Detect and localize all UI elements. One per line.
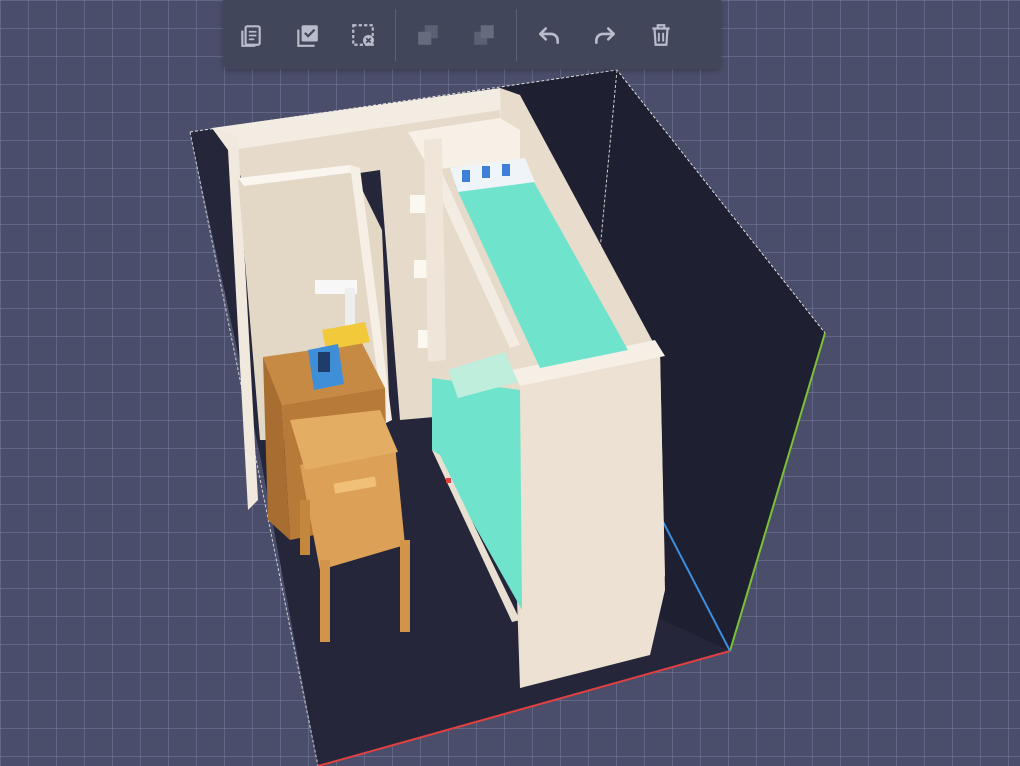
bring-to-front-button[interactable] — [400, 0, 456, 69]
3d-viewport[interactable] — [0, 0, 1020, 766]
deselect-icon — [352, 23, 374, 46]
bring-to-front-icon — [418, 24, 438, 45]
send-to-back-button[interactable] — [456, 0, 512, 69]
pillow-stripe — [482, 166, 490, 178]
toolbar-group — [400, 0, 512, 69]
pillow-stripe — [462, 170, 470, 182]
toolbar-group — [521, 0, 689, 69]
bunk-end-panel — [520, 350, 665, 688]
select-all-button[interactable] — [279, 0, 335, 69]
undo-icon — [539, 26, 559, 44]
delete-button[interactable] — [633, 0, 689, 69]
trash-icon — [652, 23, 670, 46]
toolbar-group — [223, 0, 391, 69]
copy-button[interactable] — [223, 0, 279, 69]
chair-leg — [300, 500, 310, 555]
copy-document-icon — [241, 24, 261, 47]
select-all-icon — [297, 24, 318, 47]
origin-marker — [446, 478, 451, 483]
room-scene[interactable] — [0, 0, 1020, 766]
deselect-button[interactable] — [335, 0, 391, 69]
send-to-back-icon — [474, 24, 494, 45]
chair-leg — [400, 540, 410, 632]
pillow-stripe — [502, 164, 510, 176]
desk-lamp-stem — [345, 288, 355, 328]
chair-leg — [320, 560, 330, 642]
undo-button[interactable] — [521, 0, 577, 69]
toolbar-separator — [395, 8, 396, 61]
selection-toolbar — [223, 0, 721, 69]
redo-button[interactable] — [577, 0, 633, 69]
redo-icon — [595, 26, 615, 44]
book-label — [318, 352, 330, 372]
toolbar-separator — [516, 8, 517, 61]
